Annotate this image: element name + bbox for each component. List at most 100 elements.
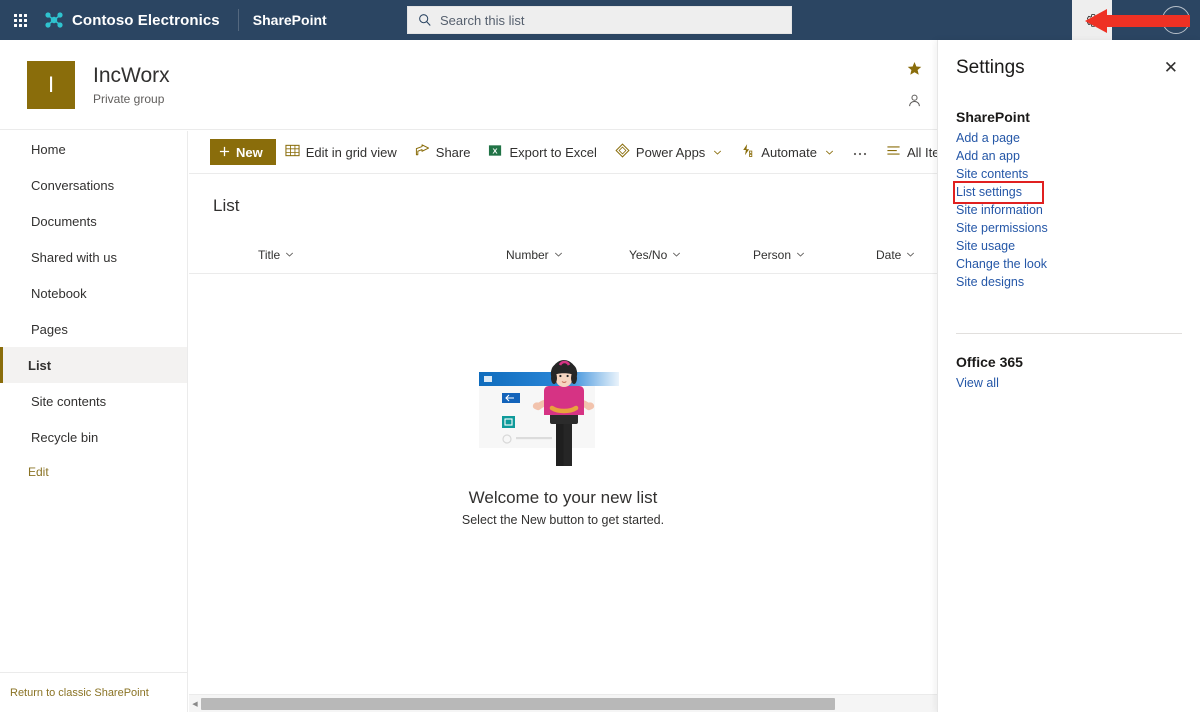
column-header-person[interactable]: Person <box>753 248 805 262</box>
panel-link-label[interactable]: Add a page <box>956 129 1020 147</box>
sidebar-item-shared-with-us[interactable]: Shared with us <box>0 239 187 275</box>
waffle-grid <box>14 14 27 27</box>
sidebar-item-label: Conversations <box>31 178 114 193</box>
chevron-down-icon <box>796 248 805 262</box>
page-title: List <box>189 174 937 216</box>
chevron-down-icon <box>713 145 722 160</box>
user-avatar-button[interactable]: MA <box>1152 0 1200 40</box>
svg-text:X: X <box>493 146 498 155</box>
column-label: Yes/No <box>629 248 667 262</box>
new-button-label: New <box>236 145 263 160</box>
new-button[interactable]: New <box>210 139 276 165</box>
chevron-down-icon <box>672 248 681 262</box>
share-button[interactable]: Share <box>406 137 480 167</box>
grid-icon <box>285 143 300 161</box>
panel-link-label[interactable]: Site contents <box>956 165 1028 183</box>
panel-link-label[interactable]: Change the look <box>956 255 1047 273</box>
column-header-date[interactable]: Date <box>876 248 915 262</box>
edit-in-grid-view-button[interactable]: Edit in grid view <box>276 137 406 167</box>
avatar: MA <box>1162 6 1190 34</box>
sidebar-item-label: Documents <box>31 214 97 229</box>
app-launcher-icon[interactable] <box>0 0 40 40</box>
suite-divider <box>238 9 239 31</box>
excel-icon: X <box>488 143 503 161</box>
power-apps-button[interactable]: Power Apps <box>606 137 731 167</box>
panel-link-add-an-app[interactable]: Add an app <box>956 147 1182 165</box>
site-name: IncWorx <box>93 63 170 89</box>
sidebar-item-documents[interactable]: Documents <box>0 203 187 239</box>
panel-link-list-settings[interactable]: List settings <box>956 183 1182 201</box>
column-label: Number <box>506 248 549 262</box>
sidebar-item-home[interactable]: Home <box>0 131 187 167</box>
return-to-classic-sharepoint-link[interactable]: Return to classic SharePoint <box>0 672 188 712</box>
more-options-button[interactable] <box>843 137 877 167</box>
panel-link-label[interactable]: Site designs <box>956 273 1024 291</box>
favorite-star-button[interactable] <box>903 58 925 80</box>
share-icon <box>415 143 430 161</box>
svg-text:?: ? <box>1128 13 1135 28</box>
main-content: New Edit in grid view Share <box>189 131 937 712</box>
app-name-sharepoint[interactable]: SharePoint <box>253 12 327 28</box>
panel-link-label[interactable]: View all <box>956 374 999 392</box>
scroll-left-arrow-icon[interactable]: ◀ <box>189 700 201 708</box>
help-button[interactable]: ? <box>1112 0 1152 40</box>
site-privacy: Private group <box>93 92 170 106</box>
sidebar-item-label: Pages <box>31 322 68 337</box>
left-navigation: Home Conversations Documents Shared with… <box>0 131 188 672</box>
command-label: Share <box>436 145 471 160</box>
sidebar-edit-link[interactable]: Edit <box>0 455 187 489</box>
scrollbar-thumb[interactable] <box>201 698 835 710</box>
panel-link-add-a-page[interactable]: Add a page <box>956 129 1182 147</box>
settings-panel-header: Settings ✕ <box>956 40 1182 79</box>
panel-link-site-permissions[interactable]: Site permissions <box>956 219 1182 237</box>
settings-gear-button[interactable] <box>1072 0 1112 40</box>
export-to-excel-button[interactable]: X Export to Excel <box>479 137 605 167</box>
column-header-title[interactable]: Title <box>258 248 294 262</box>
search-icon <box>418 13 432 27</box>
close-icon[interactable]: ✕ <box>1160 57 1182 78</box>
sidebar-item-notebook[interactable]: Notebook <box>0 275 187 311</box>
site-title-block: IncWorx Private group <box>93 63 170 106</box>
sidebar-item-label: Notebook <box>31 286 87 301</box>
suite-actions: ? MA <box>1072 0 1200 40</box>
sidebar-item-label: Site contents <box>31 394 106 409</box>
sidebar-item-recycle-bin[interactable]: Recycle bin <box>0 419 187 455</box>
panel-link-change-the-look[interactable]: Change the look <box>956 255 1182 273</box>
brand-name: Contoso Electronics <box>72 12 220 29</box>
panel-link-label[interactable]: List settings <box>956 183 1022 201</box>
sidebar-item-list[interactable]: List <box>0 347 187 383</box>
chevron-down-icon <box>825 145 834 160</box>
suite-bar: Contoso Electronics SharePoint ? <box>0 0 1200 40</box>
empty-list-illustration <box>476 346 651 476</box>
sharepoint-page: Contoso Electronics SharePoint ? <box>0 0 1200 712</box>
site-logo: I <box>27 61 75 109</box>
sidebar-item-label: List <box>28 358 51 373</box>
search-box[interactable] <box>407 6 792 34</box>
panel-link-site-contents[interactable]: Site contents <box>956 165 1182 183</box>
chevron-down-icon <box>906 248 915 262</box>
column-header-number[interactable]: Number <box>506 248 563 262</box>
panel-link-label[interactable]: Site usage <box>956 237 1015 255</box>
panel-link-label[interactable]: Site permissions <box>956 219 1048 237</box>
panel-link-view-all[interactable]: View all <box>956 374 1182 392</box>
command-label: Automate <box>761 145 817 160</box>
members-button[interactable] <box>903 90 925 112</box>
chevron-down-icon <box>554 248 563 262</box>
panel-link-site-usage[interactable]: Site usage <box>956 237 1182 255</box>
sidebar-item-label: Recycle bin <box>31 430 98 445</box>
sidebar-item-pages[interactable]: Pages <box>0 311 187 347</box>
search-input[interactable] <box>440 13 760 28</box>
empty-state-title: Welcome to your new list <box>469 488 658 508</box>
empty-state-subtitle: Select the New button to get started. <box>462 513 664 527</box>
site-header-actions <box>903 58 925 112</box>
panel-link-label[interactable]: Add an app <box>956 147 1020 165</box>
panel-link-site-information[interactable]: Site information <box>956 201 1182 219</box>
panel-link-label[interactable]: Site information <box>956 201 1043 219</box>
list-view-icon <box>886 143 901 161</box>
panel-link-site-designs[interactable]: Site designs <box>956 273 1182 291</box>
automate-button[interactable]: Automate <box>731 137 843 167</box>
sidebar-item-site-contents[interactable]: Site contents <box>0 383 187 419</box>
column-header-yes-no[interactable]: Yes/No <box>629 248 681 262</box>
sidebar-item-conversations[interactable]: Conversations <box>0 167 187 203</box>
horizontal-scrollbar[interactable]: ◀ <box>189 694 937 712</box>
